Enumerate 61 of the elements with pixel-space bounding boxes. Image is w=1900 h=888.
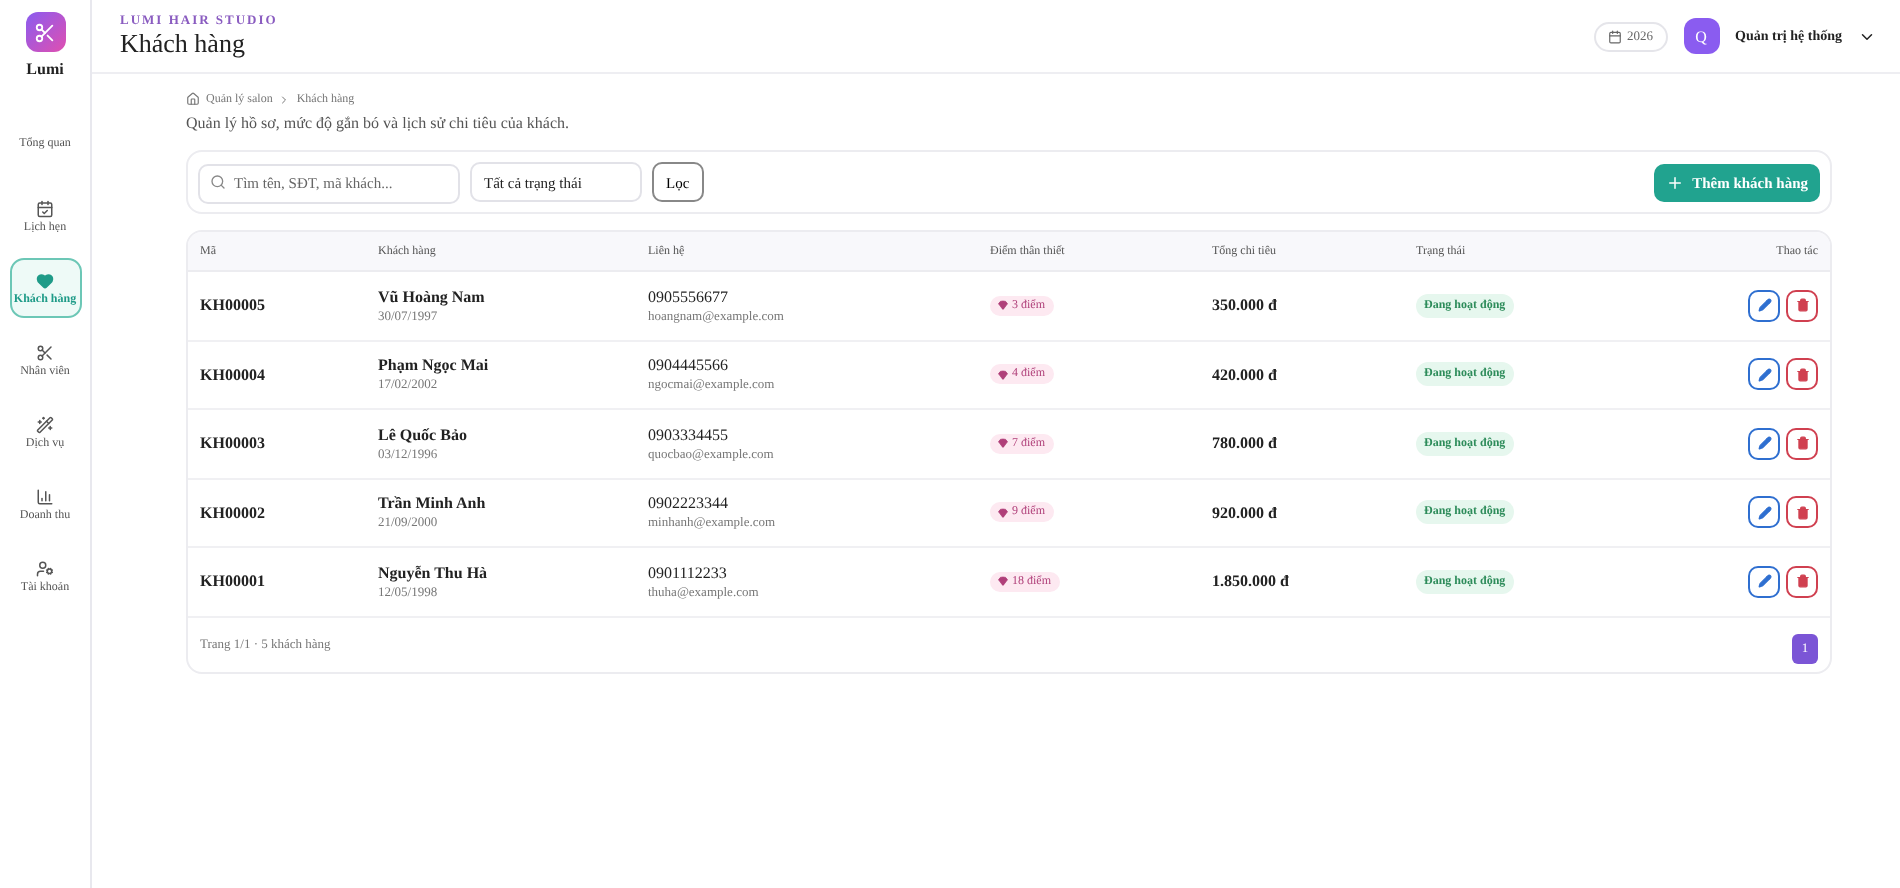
customer-name: Phạm Ngọc Mai — [378, 356, 491, 375]
page-description: Quản lý hồ sơ, mức độ gắn bó và lịch sử chi tiêu của khách. — [186, 114, 572, 132]
customer-code: KH00003 — [200, 434, 267, 453]
plus-icon — [1666, 173, 1685, 191]
total-spent: 350.000 đ — [1212, 296, 1279, 315]
delete-button[interactable] — [1786, 565, 1818, 598]
page-title: Khách hàng — [120, 27, 247, 59]
customer-code: KH00001 — [200, 572, 267, 591]
trash-icon — [1795, 367, 1809, 382]
gem-icon — [998, 507, 1008, 518]
delete-button[interactable] — [1786, 358, 1818, 391]
calendar-icon — [1607, 29, 1622, 43]
scissors-icon — [36, 343, 54, 361]
gem-icon — [998, 576, 1008, 587]
user-gear-icon — [36, 559, 54, 577]
trash-icon — [1795, 505, 1809, 520]
edit-button[interactable] — [1748, 496, 1780, 529]
trash-icon — [1795, 436, 1809, 451]
heart-icon — [36, 271, 54, 289]
phone-number: 0904445566 — [648, 356, 730, 375]
gem-icon — [998, 300, 1008, 311]
user-avatar: Q — [1683, 18, 1720, 54]
edit-button[interactable] — [1748, 358, 1780, 391]
search-icon — [210, 174, 226, 190]
total-spent: 920.000 đ — [1212, 503, 1279, 522]
logo-icon — [25, 12, 65, 52]
gem-icon — [998, 369, 1008, 380]
customer-code: KH00002 — [200, 503, 267, 522]
pencil-icon — [1757, 298, 1771, 313]
delete-button[interactable] — [1786, 289, 1818, 322]
edit-button[interactable] — [1748, 565, 1780, 598]
delete-button[interactable] — [1786, 496, 1818, 529]
trash-icon — [1795, 298, 1809, 313]
phone-number: 0902223344 — [648, 494, 730, 513]
calendar-icon — [36, 199, 54, 217]
delete-button[interactable] — [1786, 427, 1818, 460]
customer-name: Trần Minh Anh — [378, 494, 488, 513]
customer-name: Lê Quốc Bảo — [378, 425, 469, 444]
edit-button[interactable] — [1748, 427, 1780, 460]
chevron-right-icon — [278, 93, 291, 105]
pencil-icon — [1757, 436, 1771, 451]
pencil-icon — [1757, 574, 1771, 589]
magic-wand-icon — [36, 415, 54, 433]
gem-icon — [998, 438, 1008, 449]
edit-button[interactable] — [1748, 289, 1780, 322]
trash-icon — [1795, 574, 1809, 589]
phone-number: 0901112233 — [648, 563, 729, 582]
total-spent: 780.000 đ — [1212, 434, 1279, 453]
total-spent: 1.850.000 đ — [1212, 572, 1291, 591]
phone-number: 0903334455 — [648, 425, 730, 444]
total-spent: 420.000 đ — [1212, 365, 1279, 384]
customer-name: Nguyễn Thu Hà — [378, 563, 490, 582]
pencil-icon — [1757, 367, 1771, 382]
customer-name: Vũ Hoàng Nam — [378, 287, 487, 306]
brand-name: Lumi — [26, 60, 64, 78]
customer-code: KH00005 — [200, 296, 267, 315]
phone-number: 0905556677 — [648, 287, 730, 306]
customer-code: KH00004 — [200, 365, 267, 384]
bar-chart-icon — [36, 487, 54, 505]
home-icon — [186, 92, 200, 106]
pencil-icon — [1757, 505, 1771, 520]
